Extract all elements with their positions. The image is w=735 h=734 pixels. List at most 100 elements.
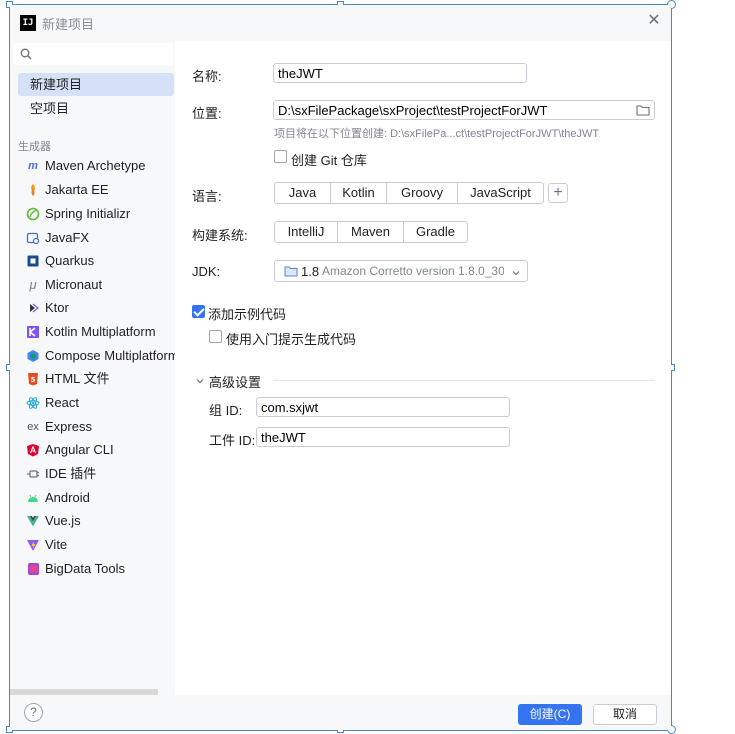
- folder-icon[interactable]: [636, 104, 650, 116]
- sidebar-item-label: 空项目: [30, 101, 70, 116]
- search-input[interactable]: [37, 45, 171, 63]
- generator-micronaut[interactable]: μ Micronaut: [24, 274, 175, 296]
- generator-label: Vite: [45, 537, 68, 552]
- artifact-id-label: 工件 ID:: [209, 433, 256, 448]
- generator-label: Spring Initializr: [45, 206, 131, 221]
- intellij-logo-icon: IJ: [20, 15, 36, 31]
- generator-label: React: [45, 395, 79, 410]
- javafx-icon: [26, 231, 40, 245]
- group-id-label: 组 ID:: [209, 403, 243, 418]
- jdk-label: JDK:: [192, 264, 221, 279]
- dialog-title: 新建项目: [42, 17, 95, 32]
- sidebar-item-new-project[interactable]: 新建项目: [18, 73, 174, 96]
- quarkus-icon: [26, 254, 40, 268]
- language-option-groovy[interactable]: Groovy: [387, 183, 458, 203]
- generator-label: IDE 插件: [45, 466, 97, 481]
- ktor-icon: [26, 301, 40, 315]
- sidebar-item-empty-project[interactable]: 空项目: [18, 97, 174, 120]
- generator-maven-archetype[interactable]: m Maven Archetype: [24, 155, 175, 177]
- html5-icon: 5: [26, 372, 40, 386]
- search-icon: [20, 48, 32, 60]
- generator-quarkus[interactable]: Quarkus: [24, 250, 175, 272]
- add-language-button[interactable]: +: [548, 183, 568, 203]
- generator-bigdata-tools[interactable]: BigData Tools: [24, 558, 175, 580]
- language-option-javascript[interactable]: JavaScript: [458, 183, 543, 203]
- generator-ktor[interactable]: Ktor: [24, 297, 175, 319]
- build-option-gradle[interactable]: Gradle: [404, 222, 467, 242]
- language-option-java[interactable]: Java: [275, 183, 331, 203]
- generator-compose-multiplatform[interactable]: Compose Multiplatform: [24, 345, 175, 367]
- generator-label: Compose Multiplatform: [45, 348, 175, 363]
- generator-label: Jakarta EE: [45, 182, 109, 197]
- add-sample-code-checkbox[interactable]: [192, 305, 205, 318]
- generator-react[interactable]: React: [24, 392, 175, 414]
- advanced-chevron-icon[interactable]: [195, 374, 205, 389]
- advanced-settings-label[interactable]: 高级设置: [209, 372, 261, 391]
- generator-ide-plugin[interactable]: IDE 插件: [24, 463, 175, 485]
- location-label: 位置:: [192, 106, 222, 121]
- generator-javafx[interactable]: JavaFX: [24, 227, 175, 249]
- help-button[interactable]: ?: [24, 703, 43, 722]
- kotlin-icon: [26, 325, 40, 339]
- generator-label: Kotlin Multiplatform: [45, 324, 156, 339]
- onboarding-tips-checkbox[interactable]: [209, 330, 222, 343]
- generators-section-label: 生成器: [18, 141, 51, 153]
- title-bar: IJ 新建项目 ✕: [10, 5, 671, 41]
- jdk-name: Amazon Corretto version 1.8.0_30: [322, 264, 504, 278]
- micronaut-icon: μ: [29, 277, 37, 292]
- group-id-field[interactable]: [256, 397, 510, 417]
- search-box[interactable]: [13, 43, 173, 65]
- svg-text:5: 5: [31, 376, 36, 384]
- spring-icon: [26, 207, 40, 221]
- generator-jakarta-ee[interactable]: Jakarta EE: [24, 179, 175, 201]
- generator-kotlin-multiplatform[interactable]: Kotlin Multiplatform: [24, 321, 175, 343]
- language-label: 语言:: [192, 189, 222, 204]
- add-sample-code-label: 添加示例代码: [208, 307, 287, 322]
- generator-spring-initializr[interactable]: Spring Initializr: [24, 203, 175, 225]
- generator-vuejs[interactable]: Vue.js: [24, 510, 175, 532]
- generator-label: Vue.js: [45, 513, 81, 528]
- new-project-dialog: IJ 新建项目 ✕ 新建项目 空项目 生成器 m Maven Archetype: [10, 5, 671, 730]
- jdk-dropdown[interactable]: 1.8 Amazon Corretto version 1.8.0_30: [274, 260, 528, 282]
- generator-vite[interactable]: Vite: [24, 534, 175, 556]
- onboarding-tips-label: 使用入门提示生成代码: [226, 332, 357, 347]
- generator-label: Angular CLI: [45, 442, 114, 457]
- language-option-kotlin[interactable]: Kotlin: [331, 183, 387, 203]
- express-icon: ex: [27, 421, 39, 433]
- generator-android[interactable]: Android: [24, 487, 175, 509]
- name-field[interactable]: [273, 63, 527, 83]
- language-selector: Java Kotlin Groovy JavaScript: [274, 182, 544, 204]
- build-option-maven[interactable]: Maven: [338, 222, 404, 242]
- jakarta-ee-icon: [26, 183, 40, 197]
- cancel-button[interactable]: 取消: [593, 704, 657, 725]
- build-option-intellij[interactable]: IntelliJ: [275, 222, 338, 242]
- generator-label: BigData Tools: [45, 561, 125, 576]
- generator-express[interactable]: ex Express: [24, 416, 175, 438]
- chevron-down-icon: [511, 266, 521, 281]
- create-button[interactable]: 创建(C): [518, 704, 582, 725]
- generator-label: JavaFX: [45, 230, 90, 245]
- maven-icon: m: [28, 160, 38, 172]
- generator-label: Quarkus: [45, 253, 95, 268]
- location-field[interactable]: [273, 100, 655, 120]
- location-hint: 项目将在以下位置创建: D:\sxFilePa...ct\testProject…: [274, 128, 600, 140]
- sidebar-item-label: 新建项目: [30, 77, 83, 92]
- react-icon: [26, 396, 40, 410]
- artifact-id-field[interactable]: [256, 427, 510, 447]
- project-settings-panel: 名称: 位置: 项目将在以下位置创建: D:\sxFilePa...ct\tes…: [175, 41, 671, 695]
- bigdata-icon: [26, 562, 40, 576]
- dialog-footer: ? 创建(C) 取消: [10, 695, 671, 730]
- advanced-divider: [273, 380, 655, 381]
- create-git-checkbox[interactable]: [274, 150, 287, 163]
- generator-label: Android: [45, 490, 90, 505]
- generator-html-file[interactable]: 5 HTML 文件: [24, 368, 175, 390]
- close-icon[interactable]: ✕: [646, 13, 662, 29]
- compose-icon: [26, 349, 40, 363]
- build-system-label: 构建系统:: [192, 228, 248, 243]
- create-git-label: 创建 Git 仓库: [291, 153, 367, 168]
- generator-label: Express: [45, 419, 92, 434]
- plugin-icon: [26, 467, 40, 481]
- generator-angular-cli[interactable]: Angular CLI: [24, 439, 175, 461]
- angular-icon: [26, 443, 40, 457]
- generator-label: HTML 文件: [45, 371, 110, 386]
